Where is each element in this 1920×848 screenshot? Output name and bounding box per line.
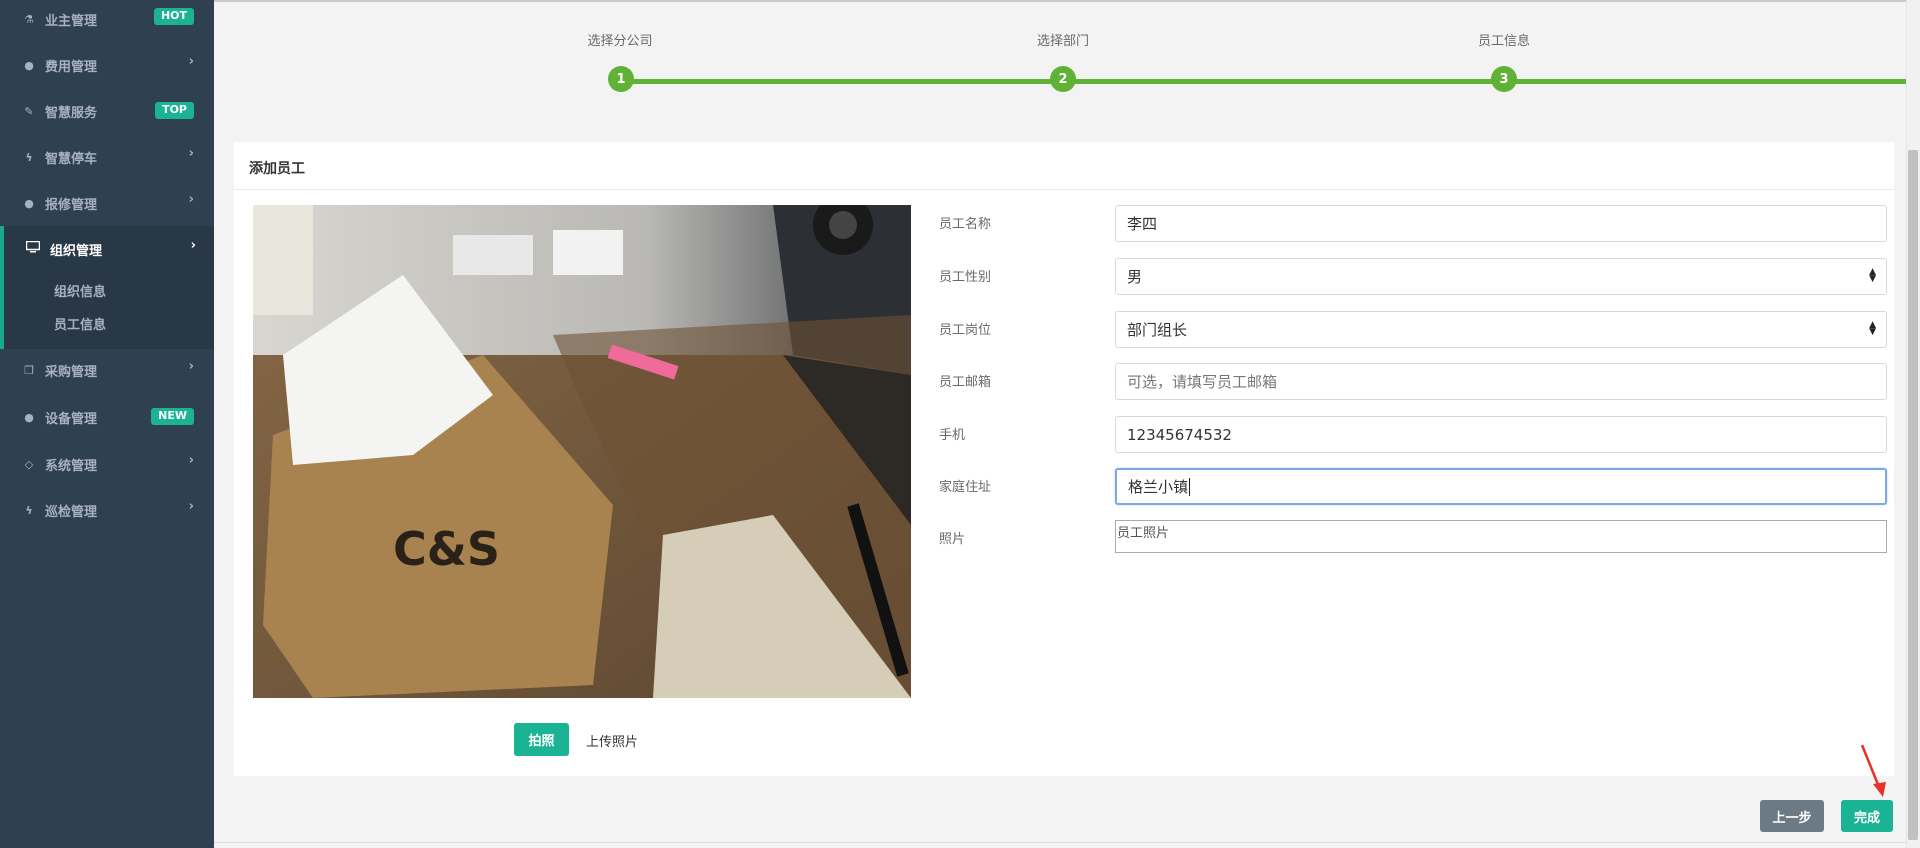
sidebar-item-parking[interactable]: ϟ 智慧停车 › <box>0 134 214 180</box>
chevron-right-icon: › <box>188 499 194 514</box>
chevron-right-icon: › <box>188 146 194 161</box>
step-label-department: 选择部门 <box>1036 34 1090 49</box>
photo-label: 照片 <box>939 532 966 547</box>
sidebar-item-organization-header[interactable]: 组织管理 › <box>4 226 214 272</box>
photo-file-input[interactable]: 员工照片 <box>1115 520 1887 553</box>
top-badge: TOP <box>155 102 194 119</box>
chevron-right-icon: › <box>188 453 194 468</box>
sidebar-item-organization: 组织管理 › 组织信息 员工信息 <box>0 226 214 349</box>
gender-value: 男 <box>1127 268 1143 286</box>
gender-select[interactable]: 男 ▲ ▼ <box>1115 258 1887 295</box>
diamond-icon: ◇ <box>24 457 34 471</box>
hot-badge: HOT <box>153 8 194 25</box>
top-divider <box>214 0 1920 2</box>
sidebar-item-label: 巡检管理 <box>45 504 98 520</box>
sidebar-item-inspection[interactable]: ϟ 巡检管理 › <box>0 487 214 533</box>
clone-icon: ❐ <box>24 363 34 377</box>
phone-value: 12345674532 <box>1127 425 1232 444</box>
step-label-branch: 选择分公司 <box>587 34 653 49</box>
email-label: 员工邮箱 <box>939 375 992 390</box>
globe-icon: ● <box>24 58 34 72</box>
chevron-right-icon: › <box>188 192 194 207</box>
globe-icon: ● <box>24 410 34 424</box>
upload-photo-link[interactable]: 上传照片 <box>586 731 638 750</box>
main-content: 选择分公司 选择部门 员工信息 1 2 3 添加员工 C&S 拍照 上传照片 员… <box>214 0 1920 848</box>
chevron-right-icon: › <box>188 54 194 69</box>
chevron-right-icon: › <box>188 359 194 374</box>
sidebar-item-label: 智慧服务 <box>45 105 98 121</box>
step-2-dot[interactable]: 2 <box>1050 66 1076 92</box>
sidebar-item-equipment[interactable]: ● 设备管理 NEW <box>0 394 214 440</box>
sidebar-item-label: 费用管理 <box>45 59 98 75</box>
bottom-divider <box>214 842 1920 843</box>
address-field[interactable]: 格兰小镇 <box>1115 468 1887 505</box>
sidebar-item-label: 智慧停车 <box>45 151 98 167</box>
sidebar-item-label: 业主管理 <box>45 13 98 29</box>
sidebar-item-system[interactable]: ◇ 系统管理 › <box>0 441 214 487</box>
sidebar-subitem-staff-info[interactable]: 员工信息 <box>54 314 106 333</box>
sidebar: ⚗ 业主管理 HOT ● 费用管理 › ✎ 智慧服务 TOP ϟ 智慧停车 › … <box>0 0 214 848</box>
address-value: 格兰小镇 <box>1128 478 1189 496</box>
red-arrow-annotation <box>1860 744 1886 797</box>
sidebar-item-label: 报修管理 <box>45 197 98 213</box>
add-staff-panel: 添加员工 C&S 拍照 上传照片 员工名称 李四 员工性别 男 ▲ ▼ 员工岗位… <box>234 142 1894 776</box>
bolt-icon: ϟ <box>25 150 33 164</box>
name-field[interactable]: 李四 <box>1115 205 1887 242</box>
sidebar-item-repair[interactable]: ● 报修管理 › <box>0 180 214 226</box>
globe-icon: ● <box>24 196 34 210</box>
step-3-dot[interactable]: 3 <box>1491 66 1517 92</box>
desktop-icon <box>25 240 41 257</box>
position-value: 部门组长 <box>1127 321 1188 339</box>
new-badge: NEW <box>151 408 194 425</box>
panel-title: 添加员工 <box>234 142 1894 190</box>
position-select[interactable]: 部门组长 ▲ ▼ <box>1115 311 1887 348</box>
sidebar-item-owner[interactable]: ⚗ 业主管理 HOT <box>0 0 214 42</box>
sidebar-item-fees[interactable]: ● 费用管理 › <box>0 42 214 88</box>
email-placeholder: 可选，请填写员工邮箱 <box>1127 373 1278 391</box>
sidebar-item-label: 设备管理 <box>45 411 98 427</box>
snap-photo-button[interactable]: 拍照 <box>514 723 569 756</box>
position-label: 员工岗位 <box>939 323 992 338</box>
finish-button[interactable]: 完成 <box>1841 800 1893 832</box>
bolt-icon: ϟ <box>25 503 33 517</box>
scrollbar-thumb[interactable] <box>1908 150 1918 840</box>
camera-preview: C&S <box>253 205 911 698</box>
text-cursor <box>1189 477 1191 496</box>
name-label: 员工名称 <box>939 217 992 232</box>
sidebar-item-label: 采购管理 <box>45 364 98 380</box>
progress-line <box>614 79 1920 84</box>
previous-step-button[interactable]: 上一步 <box>1760 800 1824 832</box>
phone-label: 手机 <box>939 428 966 443</box>
photo-placeholder: 员工照片 <box>1117 526 1170 541</box>
sidebar-subitem-org-info[interactable]: 组织信息 <box>54 281 106 300</box>
phone-field[interactable]: 12345674532 <box>1115 416 1887 453</box>
svg-text:C&S: C&S <box>393 522 500 576</box>
select-arrows-icon: ▲ ▼ <box>1869 267 1876 284</box>
name-value: 李四 <box>1127 215 1158 233</box>
sidebar-item-smart-service[interactable]: ✎ 智慧服务 TOP <box>0 88 214 134</box>
sidebar-item-label: 系统管理 <box>45 458 98 474</box>
edit-icon: ✎ <box>24 104 34 118</box>
vertical-scrollbar[interactable] <box>1906 0 1920 848</box>
email-field[interactable]: 可选，请填写员工邮箱 <box>1115 363 1887 400</box>
gender-label: 员工性别 <box>939 270 992 285</box>
step-label-staff: 员工信息 <box>1477 34 1531 49</box>
step-1-dot[interactable]: 1 <box>608 66 634 92</box>
select-arrows-icon: ▲ ▼ <box>1869 320 1876 337</box>
chevron-right-icon: › <box>190 238 196 253</box>
flask-icon: ⚗ <box>24 12 34 26</box>
address-label: 家庭住址 <box>939 480 992 495</box>
sidebar-item-purchase[interactable]: ❐ 采购管理 › <box>0 347 214 393</box>
sidebar-item-label: 组织管理 <box>50 243 103 259</box>
